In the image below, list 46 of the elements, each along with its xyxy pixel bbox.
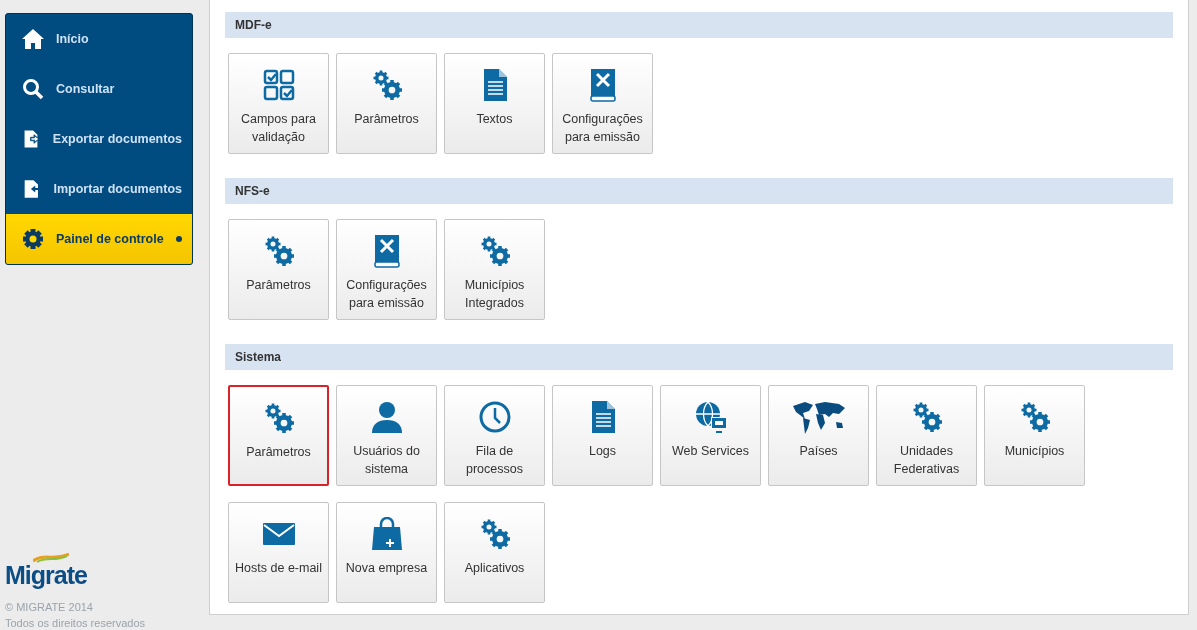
checklist-icon xyxy=(261,68,296,102)
rights-text: Todos os direitos reservados xyxy=(5,617,146,629)
section-header: MDF-e xyxy=(225,12,1173,38)
tile-button[interactable]: Parâmetros xyxy=(336,53,437,154)
tile-button[interactable]: Municípios xyxy=(984,385,1085,486)
sidebar-item-label: Exportar documentos xyxy=(52,132,182,146)
tile-button[interactable]: Aplicativos xyxy=(444,502,545,603)
sidebar-item[interactable]: Exportar documentos xyxy=(6,114,192,164)
active-dot xyxy=(176,236,182,242)
export-icon xyxy=(22,128,41,150)
globe-monitor-icon xyxy=(693,400,728,434)
shopping-bag-icon xyxy=(369,517,404,551)
sidebar-item-label: Consultar xyxy=(56,82,116,96)
logo-swoosh-icon xyxy=(33,553,69,563)
tile-button[interactable]: Países xyxy=(768,385,869,486)
search-icon xyxy=(22,78,44,100)
tile-button[interactable]: Parâmetros xyxy=(228,219,329,320)
tile-button[interactable]: Configurações para emissão xyxy=(336,219,437,320)
tile-button[interactable]: Municípios Integrados xyxy=(444,219,545,320)
sidebar-item-label: Importar documentos xyxy=(53,182,182,196)
home-icon xyxy=(22,28,44,50)
gear-icon xyxy=(22,228,44,250)
sidebar-item[interactable]: Início xyxy=(6,14,192,64)
tile-button[interactable]: Hosts de e-mail xyxy=(228,502,329,603)
tile-button[interactable]: Parâmetros xyxy=(228,385,329,486)
sidebar-item[interactable]: Consultar xyxy=(6,64,192,114)
tile-button[interactable]: Logs xyxy=(552,385,653,486)
tile-button[interactable]: Campos para validação xyxy=(228,53,329,154)
sidebar-item[interactable]: Painel de controle xyxy=(6,214,192,264)
section-header: Sistema xyxy=(225,344,1173,370)
world-map-icon xyxy=(790,400,847,434)
sidebar-item-label: Início xyxy=(56,32,90,46)
section-header: NFS-e xyxy=(225,178,1173,204)
copyright-text: © MIGRATE 2014 xyxy=(5,601,94,613)
tile-button[interactable]: Usuários do sistema xyxy=(336,385,437,486)
clock-icon xyxy=(477,400,512,434)
tile-button[interactable]: Configurações para emissão xyxy=(552,53,653,154)
user-icon xyxy=(369,400,404,434)
logo-text: Migrate xyxy=(5,563,87,587)
tile-button[interactable]: Fila de processos xyxy=(444,385,545,486)
tile-button[interactable]: Textos xyxy=(444,53,545,154)
sidebar-item[interactable]: Importar documentos xyxy=(6,164,192,214)
tile-button[interactable]: Web Services xyxy=(660,385,761,486)
tile-button[interactable]: Nova empresa xyxy=(336,502,437,603)
sidebar-item-label: Painel de controle xyxy=(56,232,164,246)
tile-button[interactable]: Unidades Federativas xyxy=(876,385,977,486)
